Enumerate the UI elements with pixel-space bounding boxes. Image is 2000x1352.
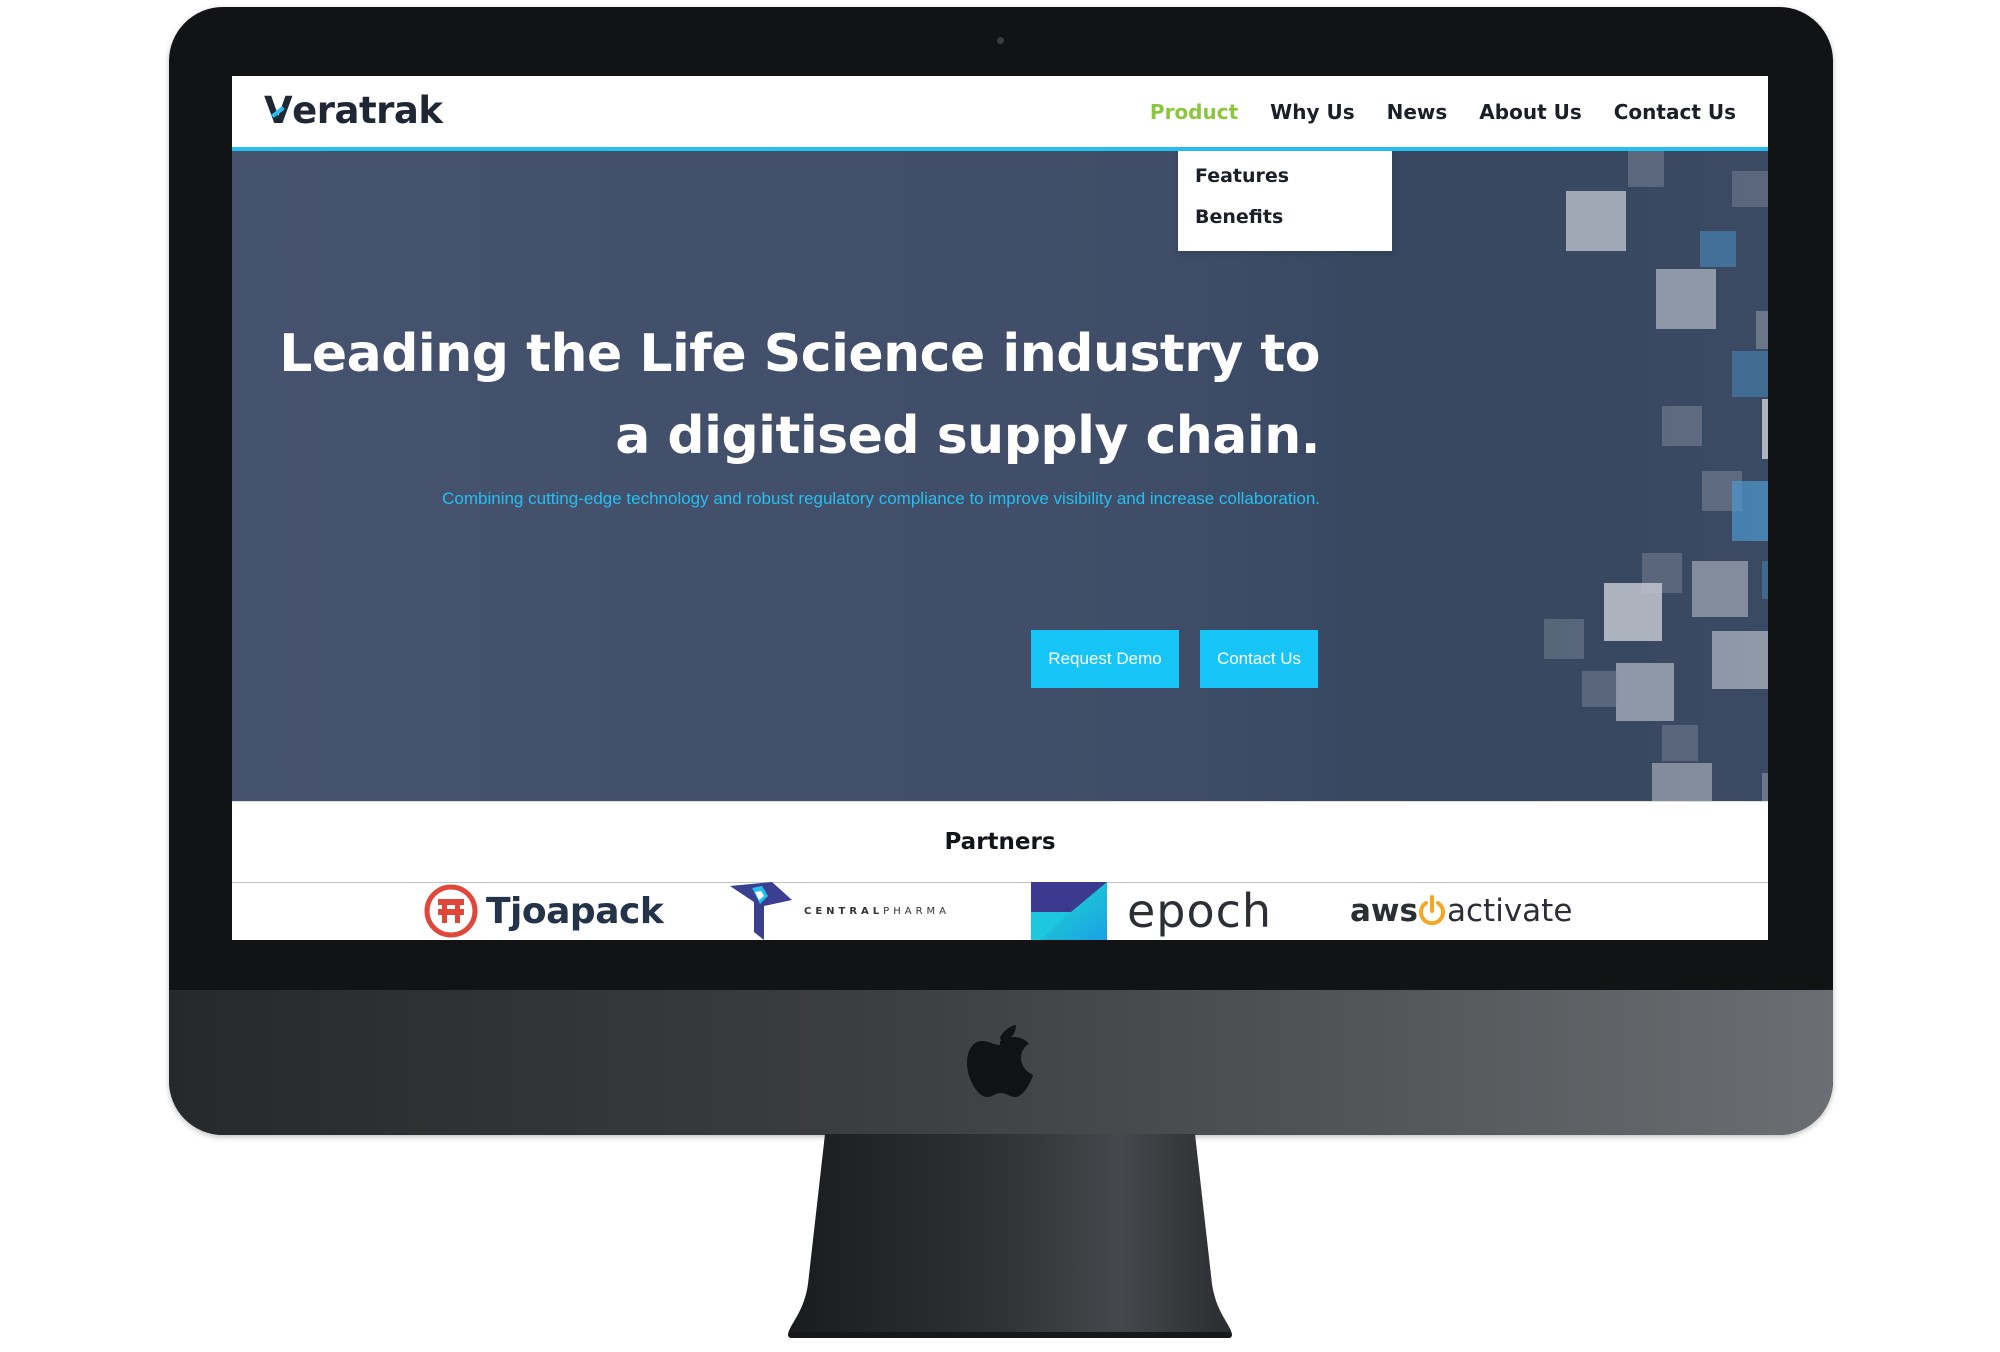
aws-power-icon xyxy=(1419,895,1446,926)
dropdown-item-benefits[interactable]: Benefits xyxy=(1195,206,1283,228)
hero-section: Leading the Life Science industry to a d… xyxy=(232,151,1768,801)
nav-about-us[interactable]: About Us xyxy=(1479,100,1581,124)
centralpharma-wordmark: CENTRALPHARMA xyxy=(804,905,950,917)
main-nav: Product Why Us News About Us Contact Us xyxy=(1150,76,1736,147)
hero-headline-line2: a digitised supply chain. xyxy=(615,406,1320,466)
tjoapack-wordmark: Tjoapack xyxy=(486,890,664,932)
partner-logo-aws-activate[interactable]: aws activate xyxy=(1350,882,1572,940)
partner-logo-centralpharma[interactable]: CENTRALPHARMA xyxy=(728,882,950,940)
nav-contact-us[interactable]: Contact Us xyxy=(1614,100,1736,124)
partner-logos: Tjoapack CENTRALPHARMA epoch aws activat… xyxy=(232,882,1768,940)
hero-subtitle: Combining cutting-edge technology and ro… xyxy=(442,489,1320,508)
dropdown-item-features[interactable]: Features xyxy=(1195,165,1289,187)
epoch-wordmark: epoch xyxy=(1127,884,1273,938)
partners-header-band: Partners xyxy=(232,801,1768,883)
centralpharma-mark-icon xyxy=(730,882,792,940)
tjoapack-mark-icon xyxy=(424,884,478,938)
veratrak-logo[interactable]: Veratrak xyxy=(264,86,443,136)
partner-logo-tjoapack[interactable]: Tjoapack xyxy=(424,882,664,940)
activate-wordmark: activate xyxy=(1447,893,1573,929)
product-dropdown-menu: Features Benefits xyxy=(1178,151,1392,251)
hero-headline: Leading the Life Science industry to a d… xyxy=(232,313,1320,477)
request-demo-button[interactable]: Request Demo xyxy=(1031,630,1179,688)
imac-stand xyxy=(788,1134,1232,1338)
nav-why-us[interactable]: Why Us xyxy=(1270,100,1354,124)
partners-title: Partners xyxy=(944,829,1056,855)
nav-news[interactable]: News xyxy=(1387,100,1448,124)
apple-logo-icon xyxy=(967,1025,1033,1097)
nav-product[interactable]: Product xyxy=(1150,100,1238,124)
epoch-mark-icon xyxy=(1031,882,1107,940)
site-header: Veratrak Product Why Us News About Us Co… xyxy=(232,76,1768,151)
logo-wordmark: eratrak xyxy=(292,89,443,132)
website-screen: Leading the Life Science industry to a d… xyxy=(232,76,1768,940)
aws-wordmark: aws xyxy=(1350,893,1419,929)
partner-logo-epoch[interactable]: epoch xyxy=(1031,882,1272,940)
hero-mosaic-graphic xyxy=(1332,151,1768,801)
hero-contact-button[interactable]: Contact Us xyxy=(1200,630,1318,688)
camera-icon xyxy=(997,37,1004,44)
hero-headline-line1: Leading the Life Science industry to xyxy=(279,324,1320,384)
